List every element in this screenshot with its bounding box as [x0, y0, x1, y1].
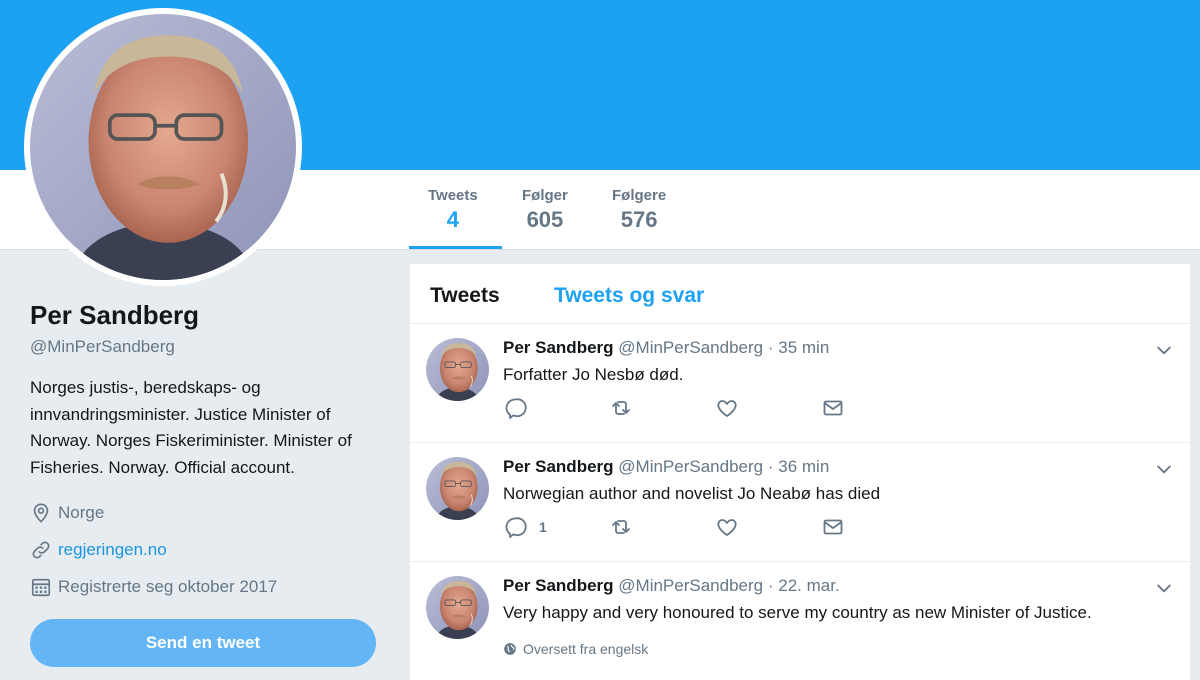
joined-text: Registrerte seg oktober 2017 — [58, 577, 278, 596]
reply-button[interactable] — [503, 396, 527, 420]
tweet-time[interactable]: · 35 min — [768, 338, 829, 357]
tweet-author-name[interactable]: Per Sandberg — [503, 457, 614, 476]
profile-avatar[interactable] — [24, 8, 302, 286]
tweet[interactable]: Per Sandberg @MinPerSandberg · 22. mar. … — [410, 562, 1190, 680]
tweet-avatar[interactable] — [426, 576, 489, 639]
reply-count: 1 — [539, 519, 547, 535]
profile-joined: Registrerte seg oktober 2017 — [30, 576, 277, 598]
stat-followers-label: Følgere — [612, 187, 667, 204]
profile-bio: Norges justis-, beredskaps- og innvandri… — [30, 378, 352, 477]
translate-link[interactable]: Oversett fra engelsk — [503, 641, 648, 657]
chevron-down-icon[interactable] — [1154, 578, 1174, 598]
tweet[interactable]: Per Sandberg @MinPerSandberg · 36 min No… — [410, 443, 1190, 562]
retweet-button[interactable] — [609, 396, 633, 420]
stat-tweets-value: 4 — [446, 207, 459, 232]
tweet-avatar[interactable] — [426, 338, 489, 401]
globe-icon — [504, 643, 516, 655]
tweet-header: Per Sandberg @MinPerSandberg · 22. mar. — [503, 576, 840, 596]
chevron-down-icon[interactable] — [1154, 340, 1174, 360]
reply-icon — [505, 517, 527, 538]
retweet-icon — [612, 520, 630, 534]
stat-tweets-label: Tweets — [428, 187, 478, 204]
tweet-text: Very happy and very honoured to serve my… — [503, 603, 1092, 622]
tweet-author-handle[interactable]: @MinPerSandberg — [618, 338, 763, 357]
message-button[interactable] — [821, 396, 845, 420]
profile-name: Per Sandberg — [30, 300, 200, 330]
translate-text: Oversett fra engelsk — [523, 641, 649, 657]
stat-followers-value: 576 — [620, 207, 658, 232]
tab-tweets[interactable]: Tweets — [430, 284, 500, 308]
location-icon — [33, 503, 49, 523]
tweet[interactable]: Per Sandberg @MinPerSandberg · 35 min Fo… — [410, 324, 1190, 443]
tweet-header: Per Sandberg @MinPerSandberg · 36 min — [503, 457, 829, 477]
website-link[interactable]: regjeringen.no — [58, 540, 167, 560]
reply-button[interactable]: 1 — [503, 515, 547, 539]
like-button[interactable] — [715, 396, 739, 420]
tweet-text: Forfatter Jo Nesbø død. — [503, 365, 684, 384]
reply-icon — [505, 398, 527, 419]
retweet-icon — [612, 401, 630, 415]
message-button[interactable] — [821, 515, 845, 539]
stat-following-value: 605 — [526, 207, 564, 232]
tweet-author-handle[interactable]: @MinPerSandberg — [618, 576, 763, 595]
tweet-header: Per Sandberg @MinPerSandberg · 35 min — [503, 338, 829, 358]
stat-tweets[interactable]: Tweets 4 — [428, 186, 478, 234]
location-text: Norge — [58, 503, 105, 522]
retweet-button[interactable] — [609, 515, 633, 539]
tab-tweets-and-replies[interactable]: Tweets og svar — [554, 284, 704, 308]
tweet-time[interactable]: · 22. mar. — [768, 576, 840, 595]
send-tweet-button[interactable]: Send en tweet — [30, 619, 376, 667]
like-icon — [717, 400, 737, 417]
tweet-actions — [503, 396, 863, 422]
like-icon — [717, 519, 737, 536]
active-stat-indicator — [409, 246, 502, 249]
tweet-time[interactable]: · 36 min — [768, 457, 829, 476]
tweet-author-handle[interactable]: @MinPerSandberg — [618, 457, 763, 476]
chevron-down-icon[interactable] — [1154, 459, 1174, 479]
link-icon — [32, 541, 50, 559]
timeline-tabs: Tweets Tweets og svar — [410, 264, 1190, 324]
message-icon — [823, 519, 843, 535]
like-button[interactable] — [715, 515, 739, 539]
profile-handle[interactable]: @MinPerSandberg — [30, 337, 175, 357]
message-icon — [823, 400, 843, 416]
profile-location: Norge — [30, 502, 104, 524]
stat-following-label: Følger — [522, 187, 568, 204]
stat-followers[interactable]: Følgere 576 — [612, 186, 666, 234]
profile-website: regjeringen.no — [30, 539, 167, 561]
tweet-author-name[interactable]: Per Sandberg — [503, 338, 614, 357]
tweet-text: Norwegian author and novelist Jo Neabø h… — [503, 484, 881, 503]
tweet-avatar[interactable] — [426, 457, 489, 520]
tweet-actions: 1 — [503, 515, 863, 541]
calendar-icon — [31, 578, 51, 597]
tweet-author-name[interactable]: Per Sandberg — [503, 576, 614, 595]
stat-following[interactable]: Følger 605 — [522, 186, 568, 234]
timeline: Tweets Tweets og svar Per Sandberg @MinP… — [410, 264, 1190, 680]
